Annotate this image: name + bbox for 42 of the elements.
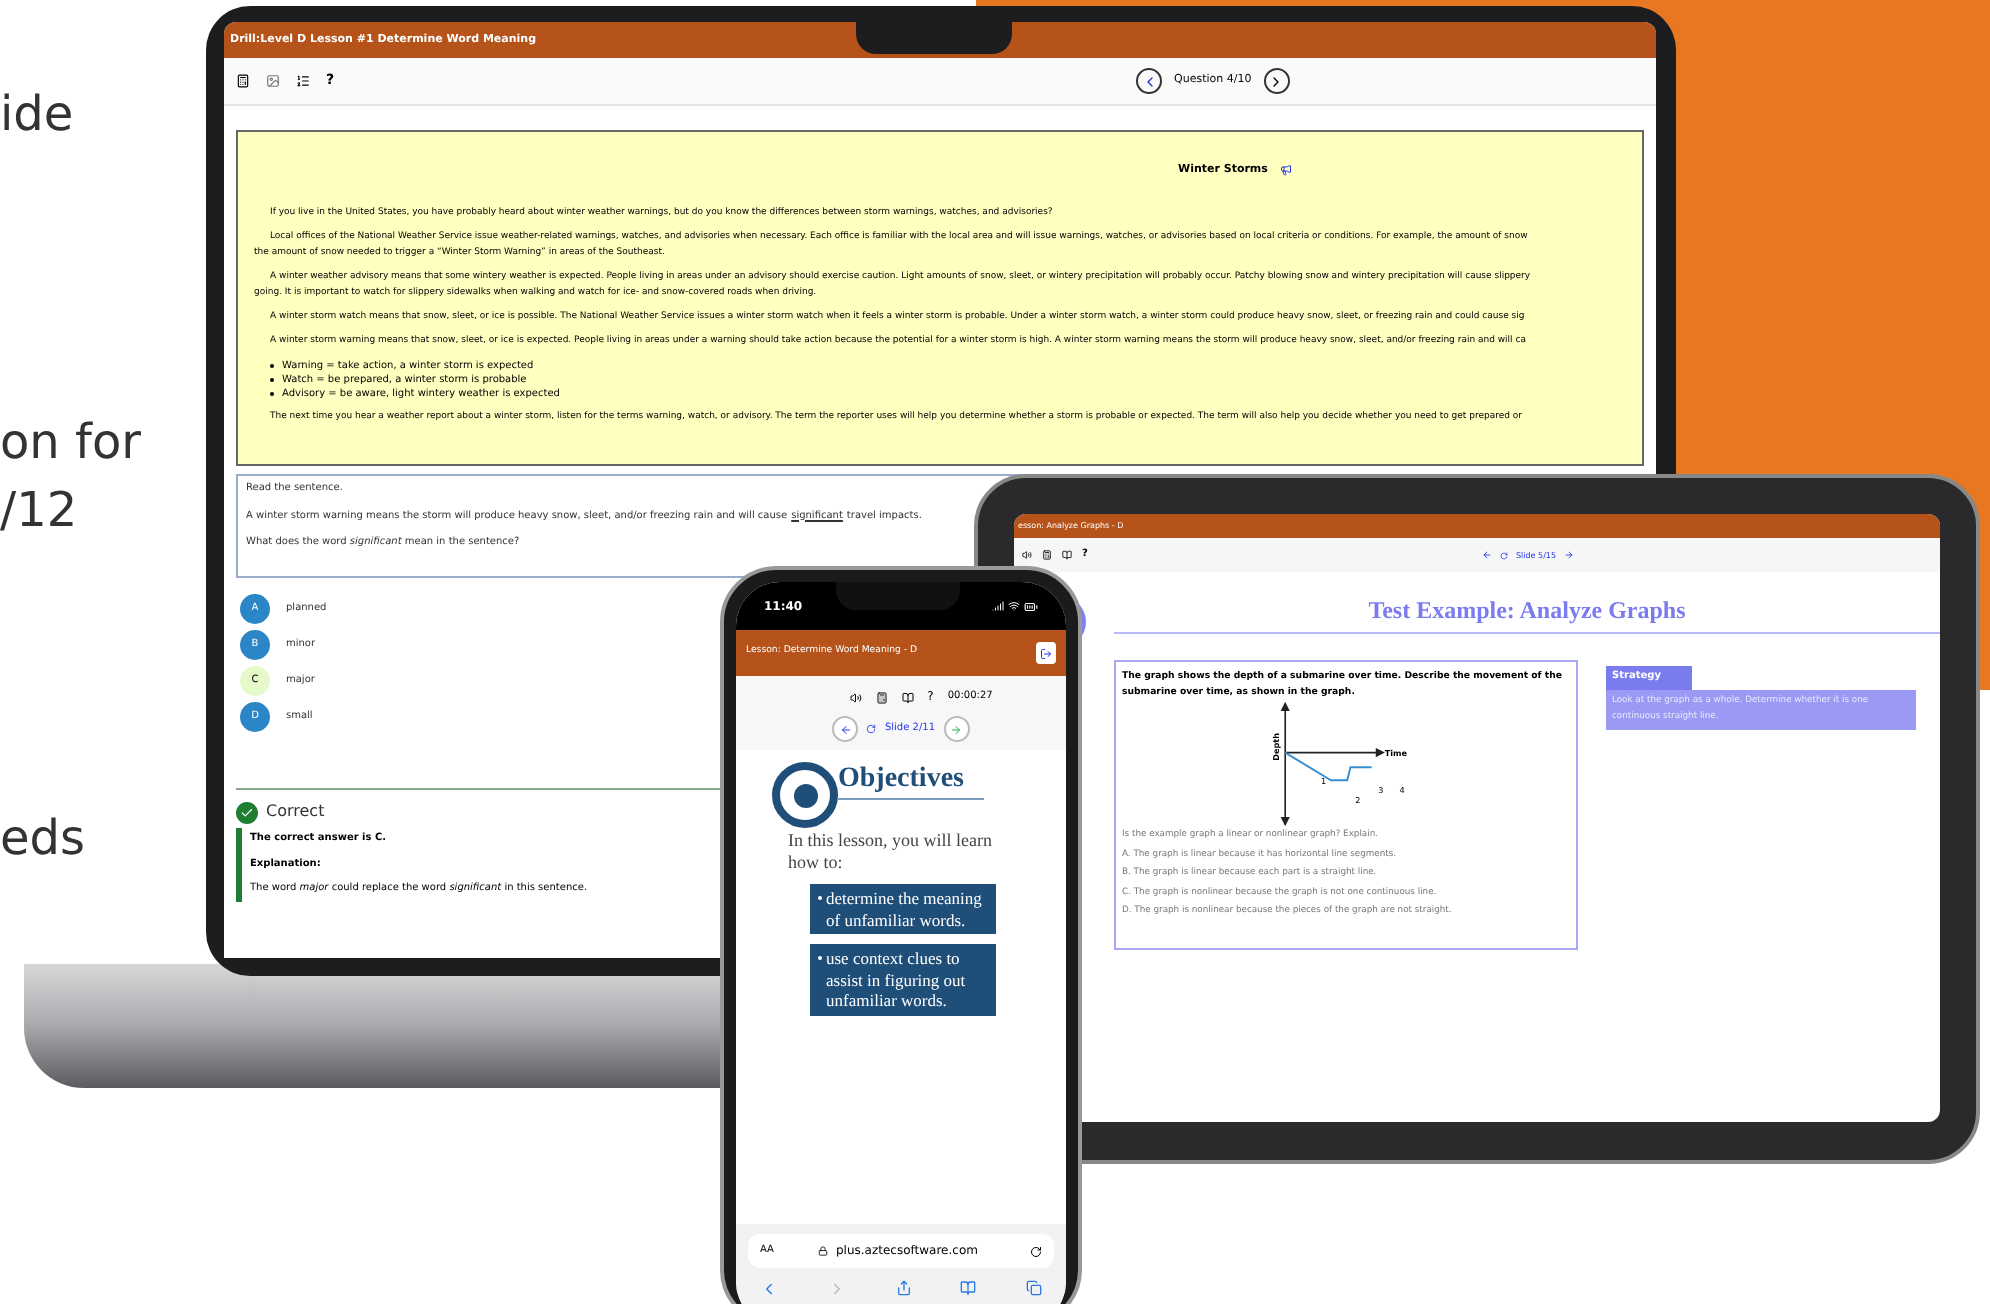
marketing-text: eds (0, 808, 86, 868)
slide-title: Test Example: Analyze Graphs (1368, 594, 1686, 628)
calculator-icon[interactable] (875, 691, 888, 703)
book-icon[interactable] (1062, 550, 1072, 560)
feedback-status: Correct (266, 800, 325, 824)
previous-button[interactable] (1136, 68, 1162, 94)
speaker-icon[interactable] (1279, 164, 1292, 177)
marketing-text: /12 (0, 480, 78, 540)
objectives-heading: Objectives (838, 762, 984, 800)
axes-drawing (1280, 702, 1385, 826)
exit-icon (1040, 647, 1052, 659)
arrow-right-icon (950, 723, 963, 735)
check-icon (236, 801, 258, 823)
speaker-icon[interactable] (1022, 550, 1032, 560)
depth-line (1284, 751, 1373, 782)
restart-icon[interactable] (866, 724, 877, 734)
bookmarks-icon[interactable] (960, 1280, 977, 1296)
calculator-icon[interactable] (236, 74, 250, 88)
restart-icon[interactable] (1500, 551, 1508, 559)
tabs-icon[interactable] (1026, 1280, 1042, 1296)
battery-icon (1023, 599, 1038, 613)
intro-text: In this lesson, you will learn how to: (788, 830, 994, 874)
arrow-left-icon (839, 723, 852, 735)
list-icon[interactable] (296, 74, 310, 88)
exit-button[interactable] (1036, 642, 1056, 664)
reload-icon[interactable] (1030, 1245, 1042, 1257)
share-icon[interactable] (895, 1280, 911, 1296)
objective-text: use context clues to assist in figuring out unfamiliar words. (826, 948, 968, 1011)
book-icon[interactable] (901, 691, 914, 703)
lock-icon (817, 1246, 828, 1256)
speaker-icon[interactable] (849, 691, 862, 703)
marketing-text: ide (0, 84, 74, 144)
objective-text: determine the meaning of unfamiliar words. (826, 888, 984, 930)
phone-notch (835, 582, 960, 610)
marketing-text: on for (0, 412, 142, 472)
back-icon[interactable] (760, 1280, 778, 1298)
next-button[interactable] (1263, 68, 1290, 94)
signal-icon (991, 600, 1004, 612)
wifi-icon (1007, 600, 1020, 612)
image-icon[interactable] (266, 74, 280, 88)
calculator-icon[interactable] (1042, 550, 1052, 560)
target-icon (772, 762, 838, 828)
